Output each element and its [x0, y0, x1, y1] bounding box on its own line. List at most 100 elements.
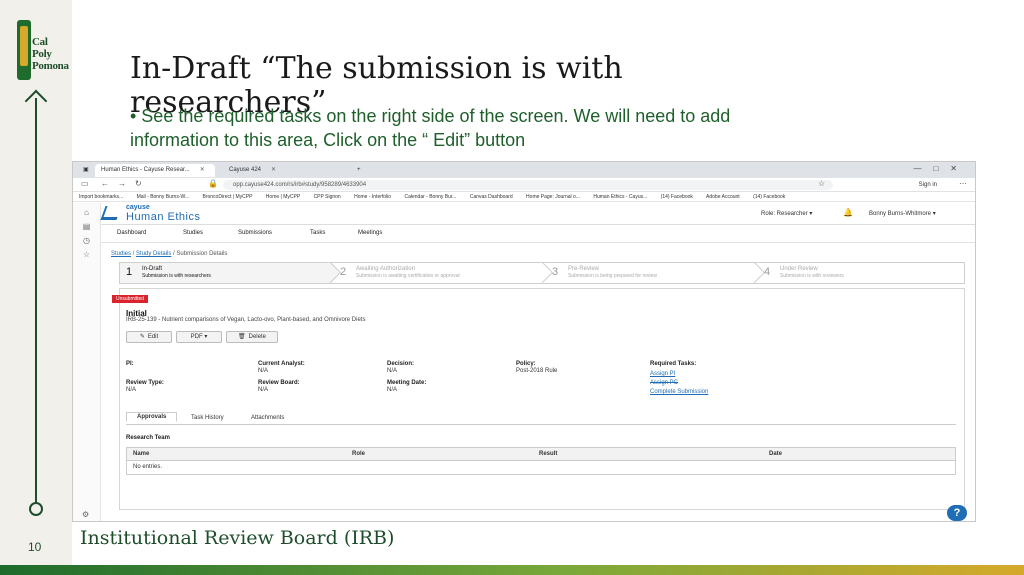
star-icon[interactable]: ☆	[818, 179, 825, 188]
decision-label: Decision:	[387, 361, 415, 367]
task-assign-pc[interactable]: Assign PC	[650, 380, 678, 386]
tab-human-ethics[interactable]: Human Ethics - Cayuse Resear... ✕	[95, 164, 215, 177]
pencil-icon: ✎	[139, 334, 145, 340]
cayuse-logo-icon	[100, 206, 122, 220]
close-icon[interactable]: ✕	[200, 167, 205, 173]
role-dropdown[interactable]: Role: Researcher ▾	[761, 210, 812, 217]
user-menu[interactable]: Bonny Burns-Whitmore ▾	[869, 210, 936, 217]
pdf-button[interactable]: PDF ▾	[176, 331, 222, 343]
policy-value: Post-2018 Rule	[516, 368, 558, 374]
col-result: Result	[539, 451, 558, 457]
bookmark-item[interactable]: Home - Interfolio	[354, 194, 391, 200]
submission-subtitle: IRB-25-139 - Nutrient comparisons of Veg…	[126, 317, 366, 323]
app-header: cayuse Human Ethics Role: Researcher ▾ 🔔…	[100, 203, 975, 225]
bookmark-item[interactable]: Home | MyCPP	[266, 194, 300, 200]
step-under-review: 4 Under Review Submission is with review…	[764, 266, 844, 279]
nav-tasks[interactable]: Tasks	[310, 230, 325, 236]
timeline-line	[35, 98, 37, 508]
forward-icon[interactable]: →	[118, 179, 126, 188]
bookmark-item[interactable]: Canvas Dashboard	[470, 194, 513, 200]
help-button[interactable]: ?	[947, 505, 967, 521]
app-side-icons: ⌂ ▤ ◷ ☆ ⚙	[73, 203, 101, 521]
menu-icon[interactable]: ⋯	[959, 179, 967, 188]
breadcrumb: Studies / Study Details / Submission Det…	[111, 251, 228, 257]
history-icon[interactable]: ◷	[73, 236, 100, 245]
submission-panel: Unsubmitted Initial IRB-25-139 - Nutrien…	[112, 288, 965, 510]
reload-icon[interactable]: ↻	[135, 179, 142, 188]
window-controls[interactable]: —□✕	[913, 164, 969, 173]
pi-label: PI:	[126, 361, 134, 367]
analyst-label: Current Analyst:	[258, 361, 305, 367]
sidebar-toggle-icon[interactable]: ▭	[81, 179, 89, 188]
col-role: Role	[352, 451, 366, 457]
main-content: Studies / Study Details / Submission Det…	[111, 251, 965, 521]
bookmark-item[interactable]: (14) Facebook	[753, 194, 785, 200]
gear-icon[interactable]: ⚙	[82, 510, 89, 519]
col-date: Date	[769, 451, 783, 457]
bookmark-item[interactable]: BroncoDirect | MyCPP	[202, 194, 252, 200]
nav-submissions[interactable]: Submissions	[238, 230, 272, 236]
bell-icon[interactable]: 🔔	[843, 208, 853, 217]
brand-name: Human Ethics	[126, 211, 201, 223]
page-number: 10	[28, 540, 42, 554]
address-bar: ▭ ← → ↻ 🔒 opp.cayuse424.com/rs/irb#study…	[73, 178, 975, 192]
bookmark-item[interactable]: CPP Signon	[314, 194, 341, 200]
status-stepper: 1 In-Draft Submission is with researcher…	[119, 261, 965, 284]
slide-footer: Institutional Review Board (IRB)	[80, 527, 395, 549]
tab-task-history[interactable]: Task History	[191, 415, 224, 421]
meeting-date-label: Meeting Date:	[387, 380, 427, 386]
logo-text-1: Cal Poly	[32, 36, 52, 60]
breadcrumb-studies[interactable]: Studies	[111, 251, 131, 257]
task-complete-submission[interactable]: Complete Submission	[650, 389, 708, 395]
col-name: Name	[133, 451, 150, 457]
bookmark-item[interactable]: Home Page: Journal o...	[526, 194, 580, 200]
bookmark-item[interactable]: (14) Facebook	[661, 194, 693, 200]
task-assign-pi[interactable]: Assign PI	[650, 371, 675, 377]
nav-studies[interactable]: Studies	[183, 230, 203, 236]
home-icon[interactable]: ⌂	[73, 208, 100, 217]
nav-meetings[interactable]: Meetings	[358, 230, 382, 236]
breadcrumb-study-details[interactable]: Study Details	[136, 251, 171, 257]
review-board-value: N/A	[258, 387, 269, 393]
status-badge: Unsubmitted	[112, 295, 149, 303]
url-field[interactable]: opp.cayuse424.com/rs/irb#study/958289/46…	[223, 180, 833, 190]
bookmark-item[interactable]: Mail - Bonny Burns-W...	[137, 194, 190, 200]
tab-menu-icon[interactable]: ▣	[77, 164, 95, 177]
signin-button[interactable]: Sign in	[919, 180, 937, 190]
bottom-stripe	[0, 565, 1024, 575]
bookmark-item[interactable]: Human Ethics - Cayus...	[593, 194, 647, 200]
review-board-label: Review Board:	[258, 380, 300, 386]
meeting-date-value: N/A	[387, 387, 398, 393]
step-in-draft: 1 In-Draft Submission is with researcher…	[120, 261, 342, 284]
new-tab-button[interactable]: +	[351, 164, 367, 177]
tab-cayuse-424[interactable]: Cayuse 424 ✕	[223, 164, 343, 177]
tab-attachments[interactable]: Attachments	[251, 415, 284, 421]
policy-label: Policy:	[516, 361, 536, 367]
nav-dashboard[interactable]: Dashboard	[117, 230, 146, 236]
review-type-label: Review Type:	[126, 380, 164, 386]
close-icon[interactable]: ✕	[271, 167, 276, 173]
bookmark-item[interactable]: Import bookmarks...	[79, 194, 123, 200]
star-icon[interactable]: ☆	[73, 250, 100, 259]
step-awaiting-authorization: 2 Awaiting Authorization Submission is a…	[334, 261, 554, 284]
research-team-heading: Research Team	[126, 435, 170, 441]
research-team-table: Name Role Result Date No entries.	[126, 447, 956, 475]
required-tasks-label: Required Tasks:	[650, 361, 697, 367]
edit-button[interactable]: ✎ Edit	[126, 331, 172, 343]
decision-value: N/A	[387, 368, 398, 374]
grid-icon[interactable]: ▤	[73, 222, 100, 231]
table-header: Name Role Result Date	[127, 448, 955, 461]
tab-approvals[interactable]: Approvals	[126, 412, 178, 422]
embedded-screenshot: ▣ Human Ethics - Cayuse Resear... ✕ Cayus…	[72, 161, 976, 522]
timeline-end-icon	[29, 502, 43, 516]
logo-shield-icon	[17, 20, 31, 80]
cal-poly-pomona-logo: Cal Poly Pomona	[17, 20, 69, 82]
delete-button[interactable]: 🗑 Delete	[226, 331, 278, 343]
trash-icon: 🗑	[238, 334, 246, 340]
bookmark-item[interactable]: Calendar - Bonny Bur...	[404, 194, 456, 200]
lock-icon: 🔒	[208, 179, 218, 188]
app-nav: Dashboard Studies Submissions Tasks Meet…	[101, 225, 975, 243]
cayuse-app: ⌂ ▤ ◷ ☆ ⚙ cayuse Human Ethics Role: Rese…	[73, 203, 975, 521]
bookmark-item[interactable]: Adobe Account	[706, 194, 740, 200]
back-icon[interactable]: ←	[101, 179, 109, 188]
